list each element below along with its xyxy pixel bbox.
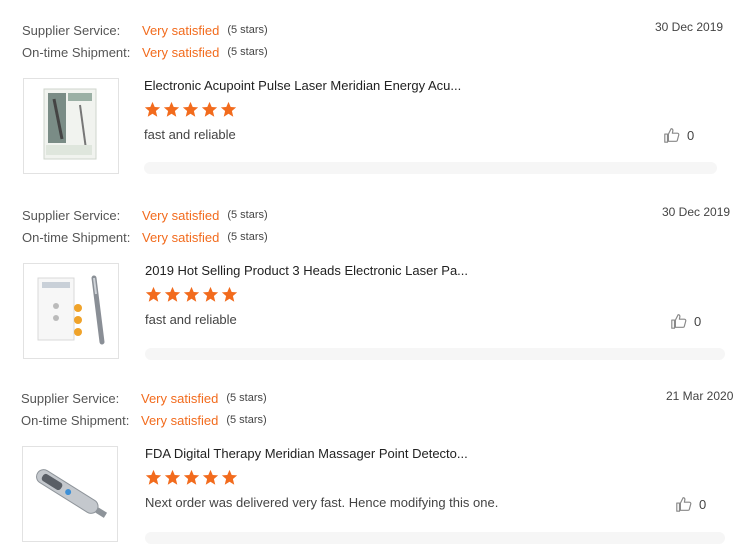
like-count: 0 bbox=[687, 127, 695, 143]
star-icon bbox=[221, 286, 238, 302]
supplier-service-stars: (5 stars) bbox=[226, 392, 267, 404]
shipment-value: Very satisfied bbox=[141, 412, 219, 428]
supplier-service-label: Supplier Service: bbox=[22, 207, 121, 223]
product-thumbnail[interactable] bbox=[23, 263, 119, 359]
review-date: 30 Dec 2019 bbox=[655, 20, 724, 34]
supplier-service-value: Very satisfied bbox=[141, 390, 219, 406]
supplier-service-stars: (5 stars) bbox=[227, 24, 268, 36]
product-title-link[interactable]: 2019 Hot Selling Product 3 Heads Electro… bbox=[145, 263, 468, 278]
star-icon bbox=[202, 286, 219, 302]
supplier-service-row: Supplier Service: Very satisfied (5 star… bbox=[22, 206, 268, 224]
star-icon bbox=[182, 101, 199, 117]
star-icon bbox=[221, 469, 238, 485]
review-card: Supplier Service: Very satisfied (5 star… bbox=[21, 387, 750, 550]
reply-area bbox=[145, 348, 725, 360]
product-thumbnail[interactable] bbox=[22, 446, 118, 542]
supplier-service-label: Supplier Service: bbox=[22, 22, 121, 38]
shipment-label: On-time Shipment: bbox=[21, 412, 130, 428]
supplier-service-stars: (5 stars) bbox=[227, 209, 268, 221]
star-icon bbox=[164, 286, 181, 302]
shipment-value: Very satisfied bbox=[142, 229, 220, 245]
review-card: Supplier Service: Very satisfied (5 star… bbox=[22, 18, 750, 198]
shipment-label: On-time Shipment: bbox=[22, 44, 131, 60]
star-icon bbox=[145, 469, 162, 485]
supplier-service-row: Supplier Service: Very satisfied (5 star… bbox=[22, 21, 268, 39]
rating-stars bbox=[144, 101, 237, 118]
supplier-service-value: Very satisfied bbox=[142, 22, 220, 38]
star-icon bbox=[145, 286, 162, 302]
like-count: 0 bbox=[699, 496, 707, 512]
thumbs-up-icon bbox=[664, 128, 680, 143]
review-comment: fast and reliable bbox=[145, 312, 237, 327]
review-date: 30 Dec 2019 bbox=[662, 205, 731, 219]
star-icon bbox=[164, 469, 181, 485]
star-icon bbox=[202, 469, 219, 485]
shipment-value: Very satisfied bbox=[142, 44, 220, 60]
like-count: 0 bbox=[694, 313, 702, 329]
shipment-row: On-time Shipment: Very satisfied (5 star… bbox=[22, 43, 268, 61]
star-icon bbox=[144, 101, 161, 117]
star-icon bbox=[183, 469, 200, 485]
shipment-label: On-time Shipment: bbox=[22, 229, 131, 245]
product-title-link[interactable]: FDA Digital Therapy Meridian Massager Po… bbox=[145, 446, 468, 461]
product-title-link[interactable]: Electronic Acupoint Pulse Laser Meridian… bbox=[144, 78, 461, 93]
like-button[interactable]: 0 bbox=[663, 126, 694, 144]
supplier-service-row: Supplier Service: Very satisfied (5 star… bbox=[21, 389, 267, 407]
star-icon bbox=[201, 101, 218, 117]
star-icon bbox=[163, 101, 180, 117]
reply-area bbox=[145, 532, 725, 544]
like-button[interactable]: 0 bbox=[675, 495, 706, 513]
product-thumbnail[interactable] bbox=[23, 78, 119, 174]
rating-stars bbox=[145, 469, 238, 486]
shipment-stars: (5 stars) bbox=[227, 46, 268, 58]
like-button[interactable]: 0 bbox=[670, 312, 701, 330]
shipment-row: On-time Shipment: Very satisfied (5 star… bbox=[21, 411, 267, 429]
review-date: 21 Mar 2020 bbox=[666, 389, 734, 403]
review-card: Supplier Service: Very satisfied (5 star… bbox=[22, 203, 750, 383]
shipment-row: On-time Shipment: Very satisfied (5 star… bbox=[22, 228, 268, 246]
review-comment: Next order was delivered very fast. Henc… bbox=[145, 495, 499, 510]
shipment-stars: (5 stars) bbox=[227, 231, 268, 243]
star-icon bbox=[220, 101, 237, 117]
reply-area bbox=[144, 162, 717, 174]
supplier-service-label: Supplier Service: bbox=[21, 390, 120, 406]
supplier-service-value: Very satisfied bbox=[142, 207, 220, 223]
rating-stars bbox=[145, 286, 238, 303]
star-icon bbox=[183, 286, 200, 302]
thumbs-up-icon bbox=[676, 497, 692, 512]
shipment-stars: (5 stars) bbox=[226, 414, 267, 426]
thumbs-up-icon bbox=[671, 314, 687, 329]
review-comment: fast and reliable bbox=[144, 127, 236, 142]
